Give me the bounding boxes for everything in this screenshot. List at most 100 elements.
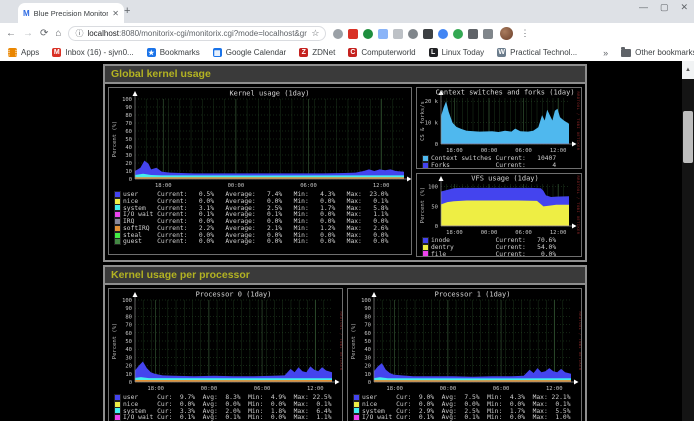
green-circle-ext-icon[interactable] <box>453 29 463 39</box>
svg-text:10: 10 <box>125 169 132 175</box>
folder-icon <box>621 49 631 57</box>
svg-text:Percent (%): Percent (%) <box>112 121 118 157</box>
bookmark-computerworld[interactable]: CComputerworld <box>348 48 415 57</box>
svg-text:70: 70 <box>125 323 132 329</box>
page-info-icon[interactable]: ⓘ <box>75 28 83 39</box>
bookmark-google-calendar[interactable]: ▦Google Calendar <box>213 48 286 57</box>
svg-text:60: 60 <box>364 331 371 337</box>
svg-text:30: 30 <box>364 355 371 361</box>
window-close-button[interactable]: ✕ <box>680 2 688 13</box>
back-button[interactable]: ← <box>6 28 16 39</box>
processor-0-graph[interactable]: 010203040506070809010018:0000:0006:0012:… <box>108 288 343 421</box>
svg-text:RRDTOOL / TOBI OETIKER: RRDTOOL / TOBI OETIKER <box>339 311 343 370</box>
other-bookmarks-label: Other bookmarks <box>635 48 694 57</box>
url-bar[interactable]: ⓘ localhost:8080/monitorix-cgi/monitorix… <box>68 26 326 41</box>
svg-text:00:00: 00:00 <box>440 386 457 392</box>
svg-text:RRDTOOL / TOBI OETIKER: RRDTOOL / TOBI OETIKER <box>576 91 581 150</box>
bookmark-bookmarks[interactable]: ★Bookmarks <box>147 48 200 57</box>
reload-button[interactable]: ⟳ <box>40 28 48 39</box>
svg-text:50: 50 <box>364 339 371 345</box>
svg-text:Percent (%): Percent (%) <box>112 323 118 359</box>
bookmark-star-icon[interactable]: ☆ <box>311 28 319 39</box>
tab-close-icon[interactable]: ✕ <box>112 9 119 18</box>
legend-text: file Current: 0.0% <box>431 251 556 258</box>
svg-text:90: 90 <box>125 306 132 312</box>
svg-text:70: 70 <box>364 323 371 329</box>
bookmark-linux-today[interactable]: LLinux Today <box>429 48 485 57</box>
window-maximize-button[interactable]: ▢ <box>660 2 669 13</box>
new-tab-button[interactable]: + <box>124 6 130 17</box>
legend-text: guest Current: 0.0% Average: 0.0% Min: 0… <box>123 238 388 245</box>
search-ext-icon[interactable] <box>333 29 343 39</box>
apps-grid-icon: ⋮⋮ <box>8 48 17 57</box>
svg-text:12:00: 12:00 <box>550 230 567 236</box>
svg-text:10 k: 10 k <box>425 121 439 127</box>
svg-text:100: 100 <box>428 185 438 191</box>
legend-swatch-user <box>115 395 120 400</box>
legend-swatch-steal <box>115 233 120 238</box>
svg-text:06:00: 06:00 <box>515 230 532 236</box>
bookmarks-bar-items: ⋮⋮Apps MInbox (16) - sjvn0... ★Bookmarks ▦G… <box>8 48 577 57</box>
legend-swatch-system <box>115 205 120 210</box>
browser-menu-icon[interactable]: ⋮ <box>520 28 529 39</box>
page-scrollbar[interactable]: ▲ <box>682 61 694 421</box>
pages-ext-icon[interactable] <box>378 29 388 39</box>
paw-ext-icon[interactable] <box>408 29 418 39</box>
blue-oval-ext-icon[interactable] <box>438 29 448 39</box>
svg-text:00:00: 00:00 <box>201 386 218 392</box>
context-switches-graph[interactable]: 010 k20 k18:0000:0006:0012:00Context swi… <box>416 87 582 169</box>
svg-text:0: 0 <box>129 177 132 183</box>
svg-text:18:00: 18:00 <box>155 183 172 189</box>
reading-list-ext-icon[interactable] <box>483 29 493 39</box>
profile-avatar[interactable] <box>500 27 513 40</box>
vfs-usage-graph[interactable]: 05010018:0000:0006:0012:00VFS usage (1da… <box>416 173 582 257</box>
context-switches-legend: Context switches Current: 10407Forks Cur… <box>417 154 581 169</box>
scrollbar-up-arrow-icon[interactable]: ▲ <box>682 61 694 79</box>
svg-text:90: 90 <box>364 306 371 312</box>
legend-swatch-system <box>115 408 120 413</box>
svg-text:00:00: 00:00 <box>481 230 498 236</box>
svg-text:30: 30 <box>125 355 132 361</box>
bookmark-label: Linux Today <box>442 48 485 57</box>
scrollbar-thumb[interactable] <box>683 111 693 163</box>
bookmarks-overflow-chevron[interactable]: » <box>603 48 608 58</box>
dark-square-ext-icon[interactable] <box>423 29 433 39</box>
bookmark-zdnet[interactable]: ZZDNet <box>299 48 335 57</box>
legend-swatch-system <box>354 408 359 413</box>
svg-text:40: 40 <box>125 347 132 353</box>
legend-row: Forks Current: 4 <box>423 162 581 169</box>
star-icon: ★ <box>147 48 156 57</box>
svg-text:40: 40 <box>125 145 132 151</box>
svg-text:12:00: 12:00 <box>546 386 563 392</box>
browser-tab[interactable]: M Blue Precision Monitorix ✕ <box>18 3 124 23</box>
kernel-usage-graph[interactable]: 010203040506070809010018:0000:0006:0012:… <box>108 87 412 255</box>
forward-button[interactable]: → <box>23 28 33 39</box>
puzzle-ext-icon[interactable] <box>468 29 478 39</box>
monitorix-page: Global kernel usage 01020304050607080901… <box>0 61 694 421</box>
legend-swatch-nice <box>115 402 120 407</box>
bookmark-label: Practical Technol... <box>510 48 577 57</box>
svg-text:06:00: 06:00 <box>300 183 317 189</box>
computerworld-icon: C <box>348 48 357 57</box>
window-minimize-button[interactable]: — <box>639 2 648 13</box>
bookmark-apps[interactable]: ⋮⋮Apps <box>8 48 39 57</box>
svg-text:00:00: 00:00 <box>228 183 245 189</box>
section-global-kernel-usage: Global kernel usage 01020304050607080901… <box>103 64 587 262</box>
gray-ext-icon[interactable] <box>393 29 403 39</box>
world-ext-icon[interactable] <box>363 29 373 39</box>
vfs-usage-legend: inode Current: 70.6%dentry Current: 54.0… <box>417 236 581 257</box>
home-button[interactable]: ⌂ <box>55 28 61 39</box>
legend-text: I/O wait Cur: 0.1% Avg: 0.1% Min: 0.0% M… <box>123 414 332 421</box>
svg-text:06:00: 06:00 <box>515 148 532 154</box>
svg-text:100: 100 <box>122 298 132 304</box>
gmail-ext-icon[interactable] <box>348 29 358 39</box>
other-bookmarks-button[interactable]: Other bookmarks <box>621 48 694 57</box>
svg-text:0: 0 <box>368 380 371 386</box>
bookmark-inbox-16-sjvn0[interactable]: MInbox (16) - sjvn0... <box>52 48 133 57</box>
bookmark-practical-technol[interactable]: WPractical Technol... <box>497 48 577 57</box>
svg-text:VFS usage (1day): VFS usage (1day) <box>471 175 538 183</box>
legend-swatch-i-o-wait <box>115 212 120 217</box>
legend-text: Forks Current: 4 <box>431 162 556 169</box>
processor-1-graph[interactable]: 010203040506070809010018:0000:0006:0012:… <box>347 288 582 421</box>
svg-text:60: 60 <box>125 331 132 337</box>
